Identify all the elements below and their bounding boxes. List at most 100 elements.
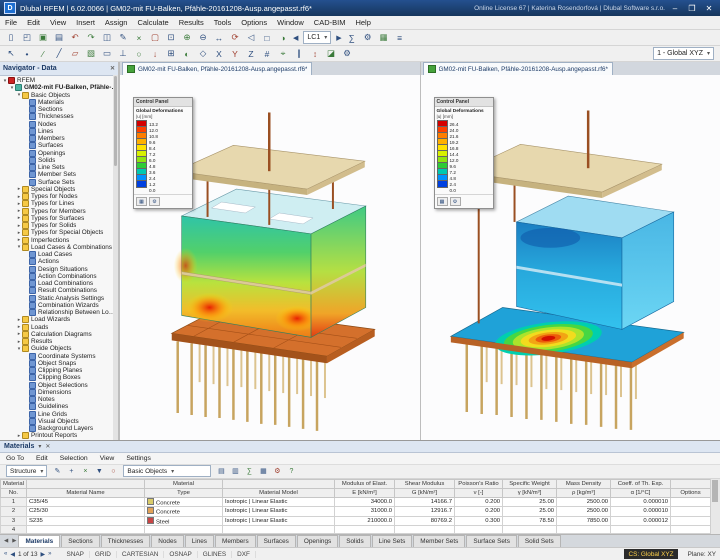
table-scrollbar[interactable] [710, 479, 720, 535]
tree-item-nodes[interactable]: Nodes [0, 121, 118, 128]
snap-icon[interactable]: ⌖ [276, 47, 291, 61]
tree-item-visual-objects[interactable]: Visual Objects [0, 418, 118, 425]
cell-G[interactable] [395, 526, 455, 534]
tree-item-openings[interactable]: Openings [0, 150, 118, 157]
panel-settings-icon[interactable]: ⚙ [149, 197, 160, 206]
cell-material-type[interactable]: Concrete [145, 497, 223, 507]
menu-assign[interactable]: Assign [100, 18, 133, 27]
tree-item-surface-sets[interactable]: Surface Sets [0, 179, 118, 186]
tree-item-types-for-surfaces[interactable]: ▸Types for Surfaces [0, 215, 118, 222]
table-add-icon[interactable]: + [65, 465, 78, 477]
cell-material-model[interactable]: Isotropic | Linear Elastic [223, 497, 335, 507]
control-panel-title-bar[interactable]: Control Panel [435, 98, 493, 107]
result-table-icon[interactable]: ≡ [392, 31, 407, 45]
column-header[interactable]: Material Name [27, 488, 145, 497]
cell-options[interactable] [671, 507, 711, 517]
cell-material-name[interactable]: S235 [27, 516, 145, 526]
render-mode-icon[interactable]: ◐ [180, 47, 195, 61]
object-category-selector[interactable]: Basic Objects ▾ [123, 465, 211, 477]
tree-item-clipping-boxes[interactable]: Clipping Boxes [0, 374, 118, 381]
table-tab-member-sets[interactable]: Member Sets [413, 535, 465, 547]
line-icon[interactable]: ∕ [36, 47, 51, 61]
tree-item-guidelines[interactable]: Guidelines [0, 403, 118, 410]
panel-settings-icon[interactable]: ⚙ [450, 197, 461, 206]
first-table-button[interactable]: « [4, 551, 7, 557]
tree-item-result-combinations[interactable]: Result Combinations [0, 287, 118, 294]
tree-item-guide-objects[interactable]: ▾Guide Objects [0, 345, 118, 352]
calculation-settings-icon[interactable]: ⚙ [360, 31, 375, 45]
table-menu-view[interactable]: View [94, 455, 121, 462]
cell-material-model[interactable]: Isotropic | Linear Elastic [223, 507, 335, 517]
menu-tools[interactable]: Tools [209, 18, 237, 27]
tree-item-thicknesses[interactable]: Thicknesses [0, 113, 118, 120]
menu-edit[interactable]: Edit [22, 18, 45, 27]
column-header[interactable]: ν [-] [455, 488, 503, 497]
tree-item-special-objects[interactable]: ▸Special Objects [0, 186, 118, 193]
table-search-icon[interactable]: ○ [107, 465, 120, 477]
scrollbar-thumb[interactable] [712, 480, 718, 502]
isometric-view-icon[interactable]: ◇ [196, 47, 211, 61]
column-header[interactable]: E [kN/m²] [335, 488, 395, 497]
previous-view-icon[interactable]: ◁ [244, 31, 259, 45]
tree-item-relationship-between-load-cases[interactable]: Relationship Between Load Cases [0, 309, 118, 316]
table-tab-surface-sets[interactable]: Surface Sets [466, 535, 517, 547]
cell-G[interactable]: 14166.7 [395, 497, 455, 507]
navigator-close-icon[interactable]: ✕ [110, 65, 115, 72]
column-header[interactable]: ρ [kg/m³] [557, 488, 611, 497]
new-model-icon[interactable]: ▯ [4, 31, 19, 45]
cell-options[interactable] [671, 497, 711, 507]
cell-G[interactable]: 12916.7 [395, 507, 455, 517]
tree-item-load-combinations[interactable]: Load Combinations [0, 280, 118, 287]
menu-calculate[interactable]: Calculate [132, 18, 173, 27]
table-row[interactable]: 3S235SteelIsotropic | Linear Elastic2100… [1, 516, 711, 526]
mesh-icon[interactable]: ⊞ [164, 47, 179, 61]
cell-rho[interactable]: 7850.00 [557, 516, 611, 526]
edit-icon[interactable]: ✎ [116, 31, 131, 45]
view-x-icon[interactable]: X [212, 47, 227, 61]
tree-item-coordinate-systems[interactable]: Coordinate Systems [0, 353, 118, 360]
table-tab-solid-sets[interactable]: Solid Sets [518, 535, 561, 547]
close-button[interactable]: ✕ [702, 4, 716, 13]
tree-item-members[interactable]: Members [0, 135, 118, 142]
save-icon[interactable]: ▣ [36, 31, 51, 45]
tabs-scroll-left-icon[interactable]: ◀ [2, 538, 10, 544]
table-tab-materials[interactable]: Materials [18, 535, 60, 547]
status-toggle-osnap[interactable]: OSNAP [164, 551, 197, 558]
table-tab-surfaces[interactable]: Surfaces [257, 535, 296, 547]
tree-item-surfaces[interactable]: Surfaces [0, 142, 118, 149]
table-tab-solids[interactable]: Solids [339, 535, 370, 547]
maximize-button[interactable]: ❐ [685, 4, 699, 13]
column-header[interactable]: No. [1, 488, 27, 497]
tree-item-types-for-members[interactable]: ▸Types for Members [0, 208, 118, 215]
table-views-icon[interactable]: ▦ [257, 465, 270, 477]
zoom-window-icon[interactable]: ⊡ [164, 31, 179, 45]
column-header[interactable] [27, 479, 145, 488]
table-tab-members[interactable]: Members [215, 535, 256, 547]
minimize-button[interactable]: – [668, 4, 682, 13]
column-header[interactable] [671, 479, 711, 488]
viewport-right-tab[interactable]: GM02-mit FU-Balken, Pfähle-20161208-Ausp… [423, 62, 613, 75]
column-header[interactable]: Specific Weight [503, 479, 557, 488]
menu-file[interactable]: File [0, 18, 22, 27]
grid-icon[interactable]: # [260, 47, 275, 61]
next-table-button[interactable]: ▶ [41, 551, 46, 558]
tree-item-load-cases[interactable]: Load Cases [0, 251, 118, 258]
tree-item-imperfections[interactable]: ▸Imperfections [0, 237, 118, 244]
column-header[interactable]: Material [1, 479, 27, 488]
cell-rho[interactable]: 2500.00 [557, 497, 611, 507]
tree-item-loads[interactable]: ▸Loads [0, 324, 118, 331]
tree-item-sections[interactable]: Sections [0, 106, 118, 113]
tree-item-calculation-diagrams[interactable]: ▸Calculation Diagrams [0, 331, 118, 338]
viewport-right-canvas[interactable]: Control Panel Global Deformations |u| [m… [421, 75, 720, 440]
table-filter-icon[interactable]: ▼ [93, 465, 106, 477]
table-tab-line-sets[interactable]: Line Sets [372, 535, 413, 547]
tree-item-load-cases-combinations[interactable]: ▾Load Cases & Combinations [0, 244, 118, 251]
cell-E[interactable]: 34000.0 [335, 497, 395, 507]
support-icon[interactable]: ⊥ [116, 47, 131, 61]
cell-rho[interactable] [557, 526, 611, 534]
guidelines-icon[interactable]: ∥ [292, 47, 307, 61]
cell-material-type[interactable]: Concrete [145, 507, 223, 517]
menu-help[interactable]: Help [350, 18, 375, 27]
tree-item-object-selections[interactable]: Object Selections [0, 382, 118, 389]
cell-nu[interactable]: 0.200 [455, 507, 503, 517]
